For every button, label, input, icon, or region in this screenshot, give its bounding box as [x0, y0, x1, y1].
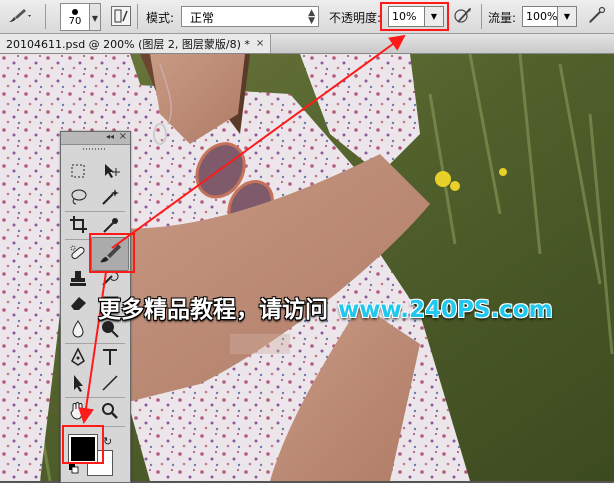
brush-preset-picker[interactable]: 70 — [60, 3, 90, 31]
blur-icon[interactable] — [65, 318, 91, 340]
type-icon[interactable] — [97, 346, 123, 368]
select-arrows-icon: ▲ ▼ — [308, 8, 315, 26]
move-tool-icon[interactable] — [97, 160, 123, 182]
blend-mode-select[interactable]: 正常 ▲ ▼ — [181, 6, 319, 27]
close-icon[interactable]: × — [256, 38, 264, 49]
brush-panel-icon[interactable] — [111, 6, 131, 26]
tool-divider — [65, 343, 125, 344]
clone-stamp-icon[interactable] — [65, 268, 91, 290]
tutorial-watermark: 更多精品教程，请访问 www.240PS.com — [98, 290, 553, 324]
line-icon[interactable] — [97, 372, 123, 394]
blend-mode-value: 正常 — [190, 11, 215, 25]
flow-input[interactable]: 100% — [522, 6, 558, 27]
document-tab-title: 20104611.psd @ 200% (图层 2, 图层蒙版/8) * — [6, 37, 250, 51]
document-tab[interactable]: 20104611.psd @ 200% (图层 2, 图层蒙版/8) * × — [0, 34, 272, 53]
flow-label: 流量: — [488, 11, 517, 25]
path-selection-icon[interactable] — [65, 372, 91, 394]
lasso-icon[interactable] — [65, 186, 91, 208]
toolbar-separator — [45, 4, 46, 29]
zoom-icon[interactable] — [97, 400, 123, 422]
mode-label: 模式: — [146, 11, 175, 25]
opacity-slider-toggle[interactable]: ▼ — [424, 6, 444, 27]
magic-wand-icon[interactable] — [97, 186, 123, 208]
tool-divider — [65, 211, 125, 212]
history-brush-icon[interactable] — [97, 268, 123, 290]
watermark-text: 更多精品教程，请访问 — [98, 297, 328, 323]
document-tab-bar: 20104611.psd @ 200% (图层 2, 图层蒙版/8) * × — [0, 34, 614, 54]
pen-icon[interactable] — [65, 346, 91, 368]
opacity-value: 10% — [392, 10, 417, 23]
brush-size-value: 70 — [68, 16, 82, 27]
toolbar-separator — [481, 4, 482, 29]
brush-preset-dropdown[interactable]: ▼ — [89, 3, 101, 31]
opacity-label: 不透明度: — [329, 11, 382, 25]
eraser-icon[interactable] — [65, 292, 91, 314]
eyedropper-icon[interactable] — [97, 214, 123, 236]
brush-tool-button[interactable] — [91, 237, 129, 271]
airbrush-icon[interactable] — [586, 6, 608, 26]
opacity-input[interactable]: 10% — [388, 6, 426, 27]
brush-tip-preview — [72, 9, 78, 15]
swap-colors-icon[interactable]: ↻ — [103, 435, 112, 448]
tool-options-bar: 70 ▼ 模式: 正常 ▲ ▼ 不透明度: 10% ▼ 流量: 100% ▼ — [0, 0, 614, 34]
foreground-color-swatch[interactable] — [68, 434, 98, 464]
tools-panel-header[interactable]: ◂◂ × — [61, 131, 130, 145]
brush-tool-icon[interactable] — [6, 6, 34, 26]
rectangular-marquee-icon[interactable] — [65, 160, 91, 182]
tool-divider — [65, 397, 125, 398]
crop-icon[interactable] — [65, 214, 91, 236]
flow-value: 100% — [526, 10, 558, 23]
flow-slider-toggle[interactable]: ▼ — [557, 6, 577, 27]
watermark-url: www.240PS.com — [338, 297, 553, 323]
pressure-opacity-icon[interactable] — [452, 6, 474, 26]
hand-icon[interactable] — [65, 400, 91, 422]
chevron-down-icon: ▼ — [91, 14, 99, 23]
default-colors-icon[interactable] — [69, 463, 79, 474]
collapse-icon[interactable]: ◂◂ — [106, 132, 114, 141]
tool-divider — [65, 426, 125, 427]
spot-healing-brush-icon[interactable] — [65, 242, 91, 264]
panel-grip[interactable] — [61, 145, 130, 153]
toolbar-separator — [137, 4, 138, 29]
close-icon[interactable]: × — [119, 131, 127, 142]
